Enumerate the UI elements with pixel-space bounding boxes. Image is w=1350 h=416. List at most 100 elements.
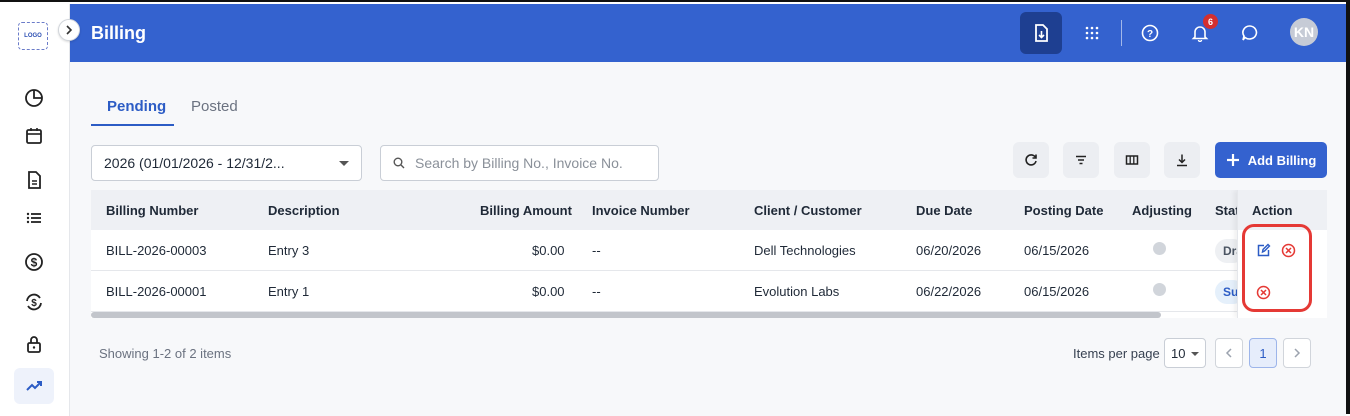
tab-posted[interactable]: Posted xyxy=(191,98,238,115)
search-icon xyxy=(393,157,405,169)
svg-text:$: $ xyxy=(31,298,37,309)
chevron-left-icon xyxy=(1225,348,1232,358)
cancel-circle-icon xyxy=(1256,285,1270,299)
trending-up-icon xyxy=(26,381,42,391)
app-logo: LOGO xyxy=(18,22,48,50)
billing-table: Billing Number Description Billing Amoun… xyxy=(91,190,1327,318)
currency-exchange-icon: $ xyxy=(26,293,42,311)
tab-pending[interactable]: Pending xyxy=(107,98,166,115)
columns-icon xyxy=(1125,155,1139,165)
chevron-right-icon xyxy=(66,25,73,35)
column-header-invoice-number[interactable]: Invoice Number xyxy=(592,203,690,218)
sidebar-item-exchange[interactable]: $ xyxy=(14,284,54,320)
column-header-adjusting[interactable]: Adjusting xyxy=(1132,203,1192,218)
column-header-description[interactable]: Description xyxy=(268,203,340,218)
chat-bubble-icon xyxy=(1242,25,1258,41)
column-header-action: Action xyxy=(1252,203,1293,218)
dollar-circle-icon: $ xyxy=(25,253,43,271)
column-header-posting-date[interactable]: Posting Date xyxy=(1024,203,1103,218)
svg-text:$: $ xyxy=(31,256,38,270)
horizontal-scrollbar[interactable] xyxy=(91,312,1161,318)
sidebar-item-documents[interactable] xyxy=(14,162,54,198)
add-billing-button[interactable]: Add Billing xyxy=(1215,142,1327,178)
sidebar-item-calendar[interactable] xyxy=(14,118,54,154)
next-page-button[interactable] xyxy=(1283,338,1311,368)
delete-button[interactable] xyxy=(1254,283,1272,301)
column-header-client[interactable]: Client / Customer xyxy=(754,203,862,218)
sidebar-toggle-button[interactable] xyxy=(58,19,80,41)
cell-due-date: 06/20/2026 xyxy=(916,243,982,258)
help-circle-icon: ? xyxy=(1141,24,1159,42)
cell-invoice-number: -- xyxy=(592,243,601,258)
chevron-right-icon xyxy=(1294,348,1301,358)
cell-billing-number: BILL-2026-00001 xyxy=(106,284,207,299)
column-header-billing-amount[interactable]: Billing Amount xyxy=(480,203,572,218)
cell-posting-date: 06/15/2026 xyxy=(1024,284,1090,299)
file-download-icon xyxy=(1035,24,1048,42)
cell-due-date: 06/22/2026 xyxy=(916,284,982,299)
main-content: Pending Posted 2026 (01/01/2026 - 12/31/… xyxy=(70,62,1346,416)
cell-billing-number: BILL-2026-00003 xyxy=(106,243,207,258)
items-per-page-label: Items per page xyxy=(1073,346,1160,361)
filter-button[interactable] xyxy=(1063,142,1099,178)
help-button[interactable]: ? xyxy=(1129,12,1171,54)
sidebar-item-list[interactable] xyxy=(14,200,54,236)
cell-description: Entry 1 xyxy=(268,284,310,299)
refresh-button[interactable] xyxy=(1013,142,1049,178)
column-header-billing-number[interactable]: Billing Number xyxy=(106,203,198,218)
items-per-page-value: 10 xyxy=(1171,345,1186,361)
dropdown-caret-icon xyxy=(339,161,349,166)
apps-menu-button[interactable] xyxy=(1071,12,1113,54)
chat-button[interactable] xyxy=(1229,12,1271,54)
cell-invoice-number: -- xyxy=(592,284,601,299)
prev-page-button[interactable] xyxy=(1215,338,1243,368)
column-header-due-date[interactable]: Due Date xyxy=(916,203,972,218)
apps-grid-icon xyxy=(1085,26,1099,40)
year-filter-select[interactable]: 2026 (01/01/2026 - 12/31/2... xyxy=(91,145,362,181)
cell-posting-date: 06/15/2026 xyxy=(1024,243,1090,258)
cell-client: Evolution Labs xyxy=(754,284,840,299)
cell-billing-amount: $0.00 xyxy=(532,243,565,258)
year-filter-value: 2026 (01/01/2026 - 12/31/2... xyxy=(104,155,285,171)
lock-icon xyxy=(27,336,41,353)
edit-button[interactable] xyxy=(1254,241,1272,259)
pie-chart-icon xyxy=(25,89,43,107)
svg-text:?: ? xyxy=(1147,29,1153,40)
items-per-page-select[interactable]: 10 xyxy=(1164,338,1206,368)
plus-icon xyxy=(1226,154,1239,166)
notifications-button[interactable]: 6 xyxy=(1179,12,1221,54)
cell-description: Entry 3 xyxy=(268,243,310,258)
items-count-text: Showing 1-2 of 2 items xyxy=(99,346,232,361)
add-billing-label: Add Billing xyxy=(1247,152,1317,168)
adjusting-indicator xyxy=(1153,242,1166,255)
table-row[interactable]: BILL-2026-00003 Entry 3 $0.00 -- Dell Te… xyxy=(91,230,1327,271)
adjusting-indicator xyxy=(1153,283,1166,296)
sidebar-item-security[interactable] xyxy=(14,326,54,362)
list-icon xyxy=(26,212,41,224)
columns-button[interactable] xyxy=(1114,142,1150,178)
edit-icon xyxy=(1257,243,1270,256)
dropdown-caret-icon xyxy=(1191,352,1199,356)
search-box[interactable] xyxy=(380,145,659,181)
filter-lines-icon xyxy=(1076,155,1086,165)
table-row[interactable]: BILL-2026-00001 Entry 1 $0.00 -- Evoluti… xyxy=(91,271,1327,312)
active-tab-indicator xyxy=(91,124,174,126)
document-icon xyxy=(28,171,41,189)
download-center-button[interactable] xyxy=(1020,12,1062,54)
sidebar-item-payments[interactable]: $ xyxy=(14,244,54,280)
sidebar-item-dashboard[interactable] xyxy=(14,80,54,116)
cell-billing-amount: $0.00 xyxy=(532,284,565,299)
sidebar-item-reports[interactable] xyxy=(14,368,54,404)
app-frame: LOGO $ $ Billing ? 6 KN Pending Posted 2… xyxy=(0,0,1350,416)
export-button[interactable] xyxy=(1164,142,1200,178)
user-avatar[interactable]: KN xyxy=(1290,18,1318,46)
notification-badge: 6 xyxy=(1203,14,1218,29)
page-button-current[interactable]: 1 xyxy=(1249,338,1277,368)
download-icon xyxy=(1177,154,1187,167)
delete-button[interactable] xyxy=(1279,241,1297,259)
table-header: Billing Number Description Billing Amoun… xyxy=(91,190,1327,230)
column-header-action-cell: Action xyxy=(1238,190,1327,230)
search-input[interactable] xyxy=(415,155,645,171)
action-column: Action xyxy=(1237,190,1327,318)
calendar-icon xyxy=(26,128,42,144)
